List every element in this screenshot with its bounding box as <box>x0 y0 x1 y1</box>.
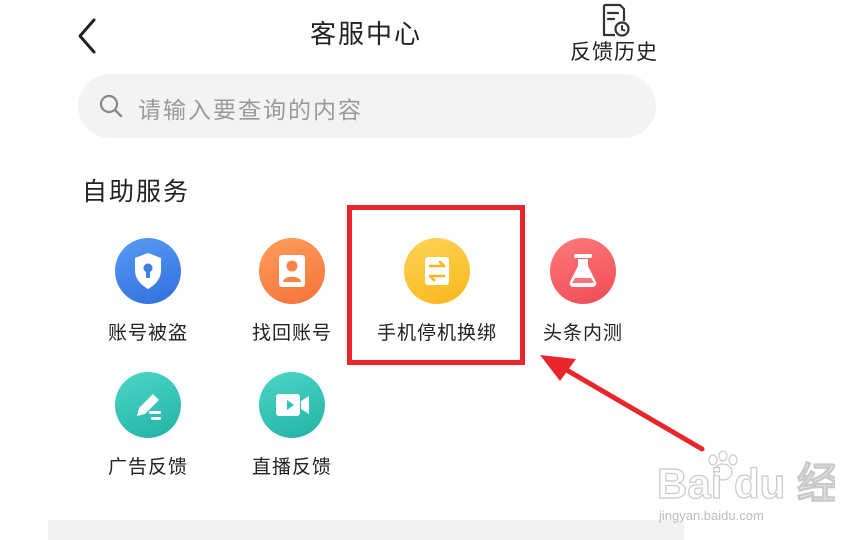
service-recover-account[interactable]: 找回账号 <box>227 238 357 345</box>
service-icon-bg <box>259 372 325 438</box>
service-icon-bg <box>550 238 616 304</box>
service-icon-bg <box>115 372 181 438</box>
feedback-history-label: 反馈历史 <box>570 40 658 64</box>
service-label: 直播反馈 <box>251 456 332 478</box>
service-ad-feedback[interactable]: 广告反馈 <box>83 372 213 479</box>
service-label: 广告反馈 <box>107 456 188 478</box>
bottom-divider <box>48 520 684 540</box>
service-label: 头条内测 <box>542 322 623 344</box>
service-label: 找回账号 <box>251 322 332 344</box>
highlight-box <box>347 205 525 365</box>
service-label: 账号被盗 <box>107 322 188 344</box>
baidu-jingyan-watermark: Bai du 经验 jingyan.baidu.com <box>656 450 835 523</box>
service-icon-bg <box>259 238 325 304</box>
video-camera-icon <box>276 394 309 416</box>
user-id-icon <box>279 255 305 287</box>
service-toutiao-beta[interactable]: 头条内测 <box>518 238 648 345</box>
search-placeholder: 请输入要查询的内容 <box>138 98 363 124</box>
section-title: 自助服务 <box>82 177 191 206</box>
service-live-feedback[interactable]: 直播反馈 <box>227 372 357 479</box>
history-document-icon <box>602 3 630 37</box>
service-account-stolen[interactable]: 账号被盗 <box>83 238 213 345</box>
search-input[interactable]: 请输入要查询的内容 <box>78 74 656 138</box>
search-icon <box>99 94 123 118</box>
edit-pen-icon <box>137 394 161 420</box>
watermark-brand: Bai du 经验 <box>657 460 835 507</box>
service-icon-bg <box>115 238 181 304</box>
feedback-history-button[interactable]: 反馈历史 <box>560 2 668 72</box>
watermark-url: jingyan.baidu.com <box>658 508 764 523</box>
pointer-arrow <box>540 355 705 452</box>
flask-icon <box>569 254 597 287</box>
shield-lock-icon <box>135 253 161 289</box>
